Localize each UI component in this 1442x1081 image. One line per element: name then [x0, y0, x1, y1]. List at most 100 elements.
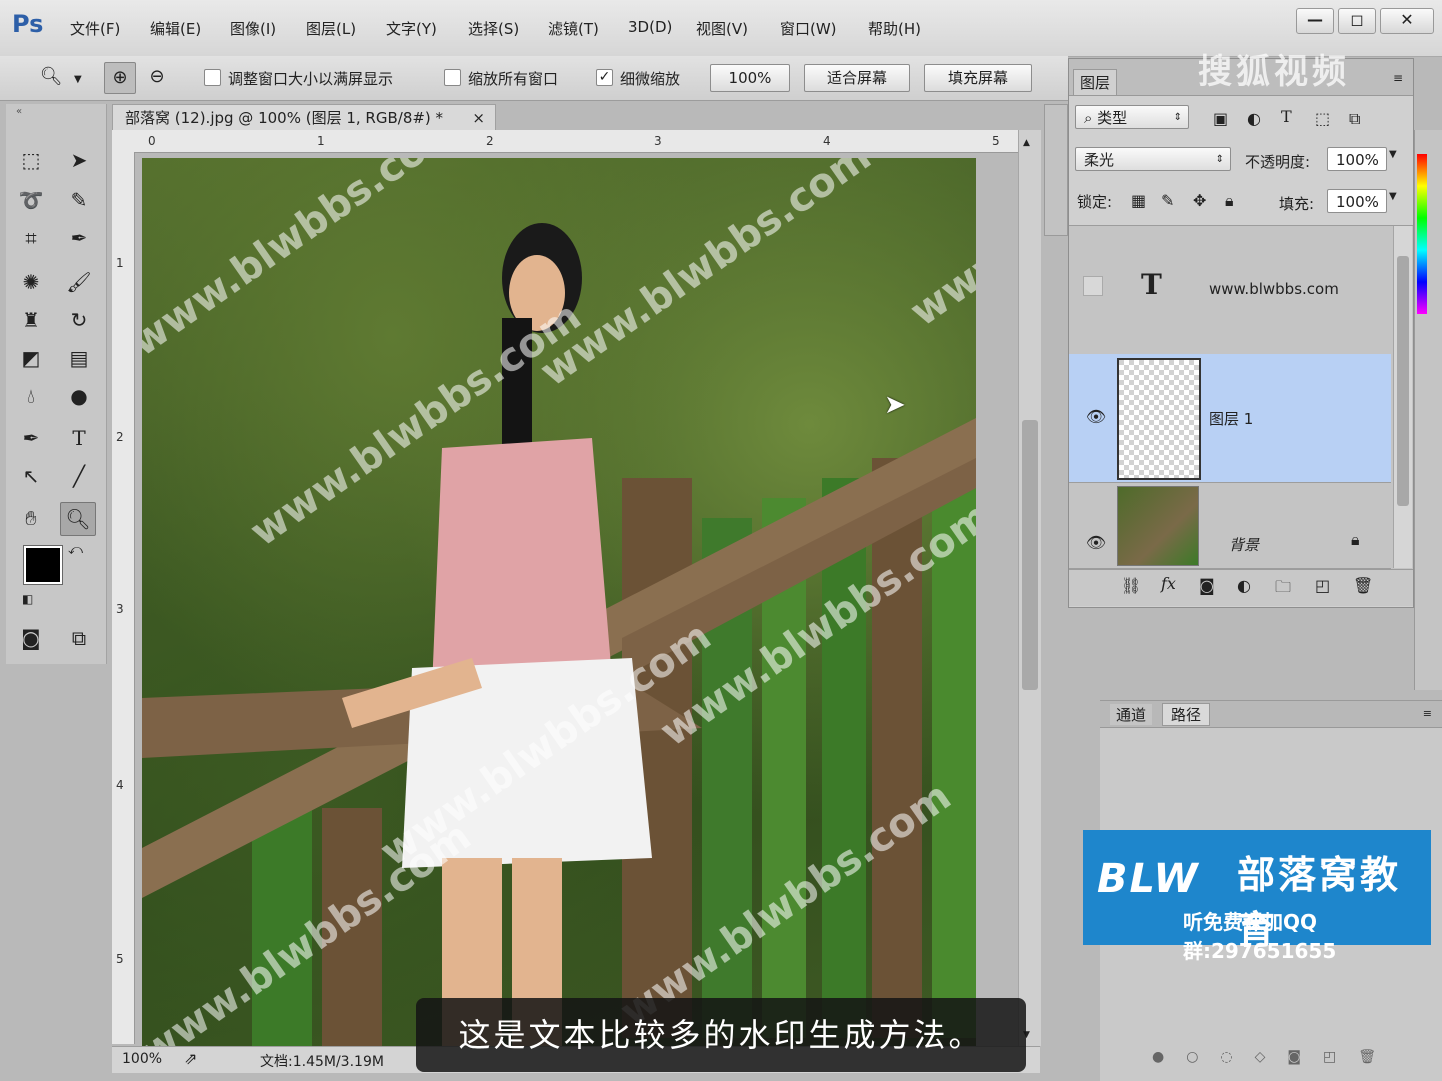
move-tool-icon[interactable]: ➤ [62, 144, 96, 176]
panel-menu-icon[interactable]: ≡ [1423, 707, 1432, 720]
document-close-icon[interactable]: × [472, 105, 485, 131]
lock-pixels-icon[interactable]: ✎ [1161, 191, 1174, 210]
fill-input[interactable]: 100% [1327, 189, 1387, 213]
group-folder-icon[interactable]: 🗀 [1275, 576, 1291, 603]
layer-list-scrollbar[interactable] [1393, 226, 1412, 568]
foreground-color-swatch[interactable] [23, 545, 63, 585]
layer-name[interactable]: www.blwbbs.com [1209, 280, 1339, 298]
layer-row-layer1[interactable]: 👁︎ 图层 1 [1069, 354, 1391, 483]
link-layers-icon[interactable]: ⛓︎ [1121, 576, 1141, 595]
zoom-100-button[interactable]: 100% [710, 64, 790, 92]
pen-tool-icon[interactable]: ✒ [14, 422, 48, 454]
layer-list-scroll-thumb[interactable] [1397, 256, 1409, 506]
fit-screen-button[interactable]: 适合屏幕 [804, 64, 910, 92]
layer-row-background[interactable]: 👁︎ 背景 🔒︎ [1069, 482, 1391, 569]
menu-select[interactable]: 选择(S) [468, 18, 519, 39]
healing-brush-tool-icon[interactable]: ✺ [14, 266, 48, 298]
menu-view[interactable]: 视图(V) [696, 18, 748, 39]
zoom-tool-preset-icon[interactable]: 🔍︎ [36, 62, 66, 92]
marquee-tool-icon[interactable]: ⬚ [14, 144, 48, 176]
gradient-tool-icon[interactable]: ▤ [62, 342, 96, 374]
screen-mode-icon[interactable]: ⧉ [62, 622, 96, 654]
path-select-tool-icon[interactable]: ↖ [14, 460, 48, 492]
dodge-tool-icon[interactable]: ● [62, 380, 96, 412]
scrollbar-thumb[interactable] [1022, 420, 1038, 690]
scroll-up-arrow-icon[interactable]: ▲ [1023, 138, 1030, 148]
zoom-all-checkbox[interactable] [444, 69, 461, 86]
lock-transparent-icon[interactable]: ▦ [1131, 191, 1146, 210]
vertical-scrollbar[interactable]: ▲ ▼ [1018, 130, 1041, 1046]
lock-position-icon[interactable]: ✥ [1193, 191, 1206, 210]
clone-stamp-tool-icon[interactable]: ♜ [14, 304, 48, 336]
minimize-button[interactable]: — [1296, 8, 1334, 34]
zoom-tool-icon[interactable]: 🔍︎ [60, 502, 96, 536]
zoom-level[interactable]: 100% [122, 1051, 162, 1067]
filter-shape-icon[interactable]: ⬚ [1315, 109, 1330, 128]
opacity-input[interactable]: 100% [1327, 147, 1387, 171]
scrubby-zoom-checkbox[interactable]: ✓ [596, 69, 613, 86]
fill-screen-button[interactable]: 填充屏幕 [924, 64, 1032, 92]
zoom-out-icon[interactable]: ⊖ [142, 62, 172, 92]
layer-name[interactable]: 背景 [1229, 534, 1259, 555]
close-button[interactable]: ✕ [1380, 8, 1434, 34]
tab-paths[interactable]: 路径 [1162, 703, 1211, 726]
lasso-tool-icon[interactable]: ➰ [14, 184, 48, 216]
panel-menu-icon[interactable]: ≡ [1393, 71, 1403, 85]
menu-3d[interactable]: 3D(D) [628, 18, 672, 36]
tab-layers[interactable]: 图层 [1073, 69, 1118, 95]
resize-window-checkbox[interactable] [204, 69, 221, 86]
blend-mode-select[interactable]: 柔光 ⇕ [1075, 147, 1231, 171]
quick-mask-icon[interactable]: ◙ [14, 622, 48, 654]
new-layer-icon[interactable]: ◰ [1315, 576, 1330, 595]
share-icon[interactable]: ⇗ [184, 1049, 197, 1068]
menu-layer[interactable]: 图层(L) [306, 18, 356, 39]
options-bar: 🔍︎ ▼ ⊕ ⊖ 调整窗口大小以满屏显示 缩放所有窗口 ✓ 细微缩放 100% … [0, 56, 1068, 101]
adjustment-layer-icon[interactable]: ◐ [1237, 576, 1251, 595]
document-canvas[interactable]: www.blwbbs.com www.blwbbs.com www.blwbbs… [142, 158, 976, 1046]
color-spectrum-bar[interactable] [1417, 154, 1427, 314]
toolbox-collapse-icon[interactable]: « [16, 106, 22, 117]
menu-window[interactable]: 窗口(W) [780, 18, 837, 39]
filter-adjustment-icon[interactable]: ◐ [1247, 109, 1261, 128]
menu-file[interactable]: 文件(F) [70, 18, 120, 39]
collapsed-panel-dock[interactable] [1044, 104, 1068, 236]
document-size[interactable]: 文档:1.45M/3.19M [260, 1051, 384, 1071]
menu-help[interactable]: 帮助(H) [868, 18, 921, 39]
menu-filter[interactable]: 滤镜(T) [548, 18, 599, 39]
swap-colors-icon[interactable]: ⤺ [68, 542, 83, 558]
menu-type[interactable]: 文字(Y) [386, 18, 437, 39]
layer-filter-select[interactable]: ⌕ 类型 ⇕ [1075, 105, 1189, 129]
filter-pixel-icon[interactable]: ▣ [1213, 109, 1228, 128]
layer-row-text[interactable]: T www.blwbbs.com [1069, 226, 1391, 355]
eraser-tool-icon[interactable]: ◩ [14, 342, 48, 374]
fill-dropdown-icon[interactable]: ▼ [1389, 191, 1397, 202]
history-brush-tool-icon[interactable]: ↻ [62, 304, 96, 336]
lock-all-icon[interactable]: 🔒︎ [1225, 191, 1234, 211]
visibility-toggle-empty[interactable] [1083, 276, 1103, 296]
layer-name[interactable]: 图层 1 [1209, 408, 1253, 429]
hand-tool-icon[interactable]: ✋︎ [14, 502, 48, 534]
fx-icon[interactable]: fx [1161, 574, 1176, 593]
restore-button[interactable]: ◻ [1338, 8, 1376, 34]
filter-smart-object-icon[interactable]: ⧉ [1349, 109, 1360, 129]
type-tool-icon[interactable]: T [62, 422, 96, 454]
eye-icon[interactable]: 👁︎ [1083, 530, 1109, 556]
document-tab[interactable]: 部落窝 (12).jpg @ 100% (图层 1, RGB/8#) * × [112, 104, 496, 130]
menu-edit[interactable]: 编辑(E) [150, 18, 201, 39]
zoom-in-icon[interactable]: ⊕ [104, 62, 136, 94]
add-mask-icon[interactable]: ◙ [1199, 576, 1215, 595]
preset-dropdown-chevron-icon[interactable]: ▼ [74, 74, 82, 85]
crop-tool-icon[interactable]: ⌗ [14, 222, 48, 254]
opacity-dropdown-icon[interactable]: ▼ [1389, 149, 1397, 160]
eyedropper-tool-icon[interactable]: ✒ [62, 222, 96, 254]
brush-tool-icon[interactable]: 🖌︎ [62, 266, 96, 298]
menu-image[interactable]: 图像(I) [230, 18, 276, 39]
trash-icon[interactable]: 🗑︎ [1353, 576, 1373, 595]
quick-select-tool-icon[interactable]: ✎ [62, 184, 96, 216]
default-colors-icon[interactable]: ◧ [22, 592, 33, 606]
blur-tool-icon[interactable]: 💧︎ [14, 380, 48, 412]
tab-channels[interactable]: 通道 [1110, 704, 1153, 725]
filter-type-icon[interactable]: T [1281, 107, 1292, 126]
eye-icon[interactable]: 👁︎ [1083, 404, 1109, 430]
line-tool-icon[interactable]: ╱ [62, 460, 96, 492]
